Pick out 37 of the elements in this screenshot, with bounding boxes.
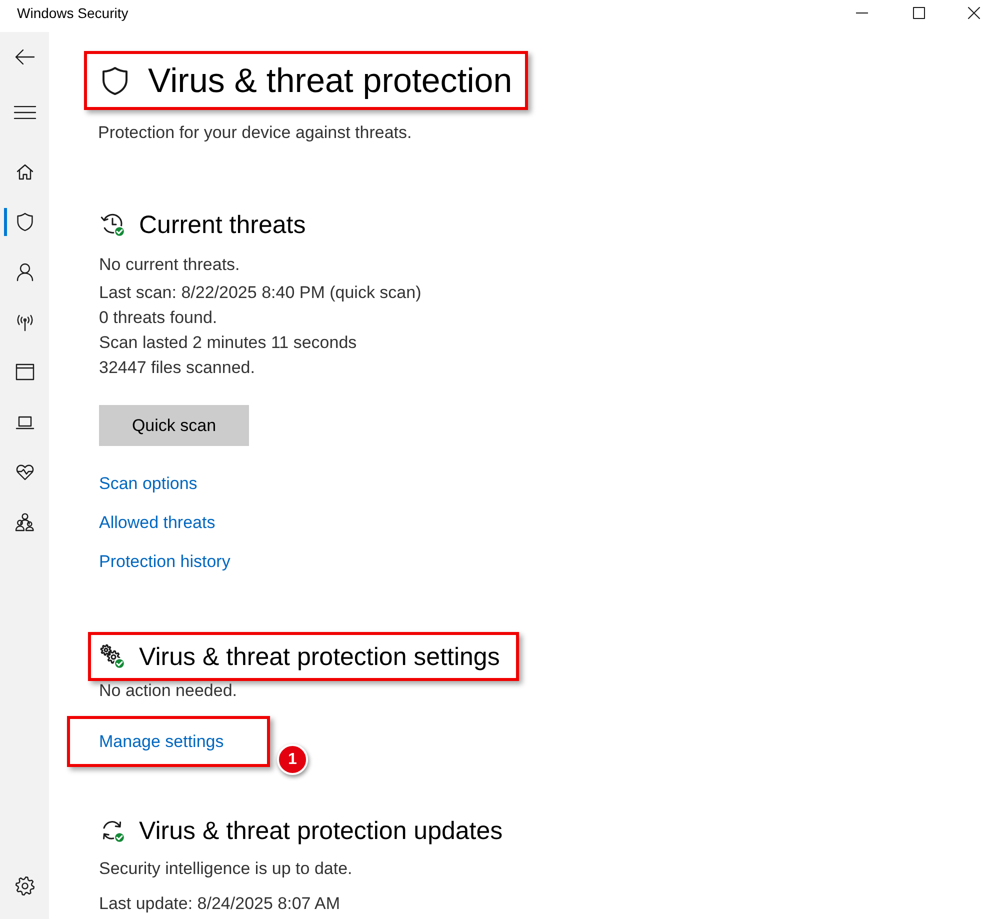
page-subtitle: Protection for your device against threats. <box>98 122 412 144</box>
link[interactable]: Protection history <box>99 549 230 574</box>
gears-check-icon <box>100 644 125 669</box>
section-title: Virus & threat protection settings <box>139 642 500 672</box>
people-icon <box>14 512 34 532</box>
menu-icon <box>14 106 36 118</box>
step-marker: 1 <box>277 744 308 775</box>
close-icon <box>968 7 980 19</box>
heart-pulse-icon <box>14 462 34 482</box>
section-title: Virus & threat protection updates <box>139 816 503 846</box>
page-title: Virus & threat protection <box>148 60 512 100</box>
window-icon <box>14 362 34 382</box>
settings-icon <box>14 876 34 896</box>
shield-icon <box>100 66 130 96</box>
maximize-icon <box>913 7 925 19</box>
scan-button[interactable]: Quick scan <box>99 405 249 446</box>
window-title: Windows Security <box>17 4 128 22</box>
detail-text: Last scan: 8/22/2025 8:40 PM (quick scan) <box>99 282 422 304</box>
status-text: No current threats. <box>99 254 240 276</box>
sync-check-icon <box>100 818 125 843</box>
status-text: Security intelligence is up to date. <box>99 858 352 880</box>
link[interactable]: Allowed threats <box>99 510 216 535</box>
section-title: Current threats <box>139 210 306 240</box>
antenna-icon <box>14 312 34 332</box>
link[interactable]: Manage settings <box>99 729 224 754</box>
back-icon <box>14 49 34 65</box>
person-icon <box>14 262 34 282</box>
detail-text: 0 threats found. <box>99 307 218 329</box>
detail-text: Last update: 8/24/2025 8:07 AM <box>99 893 340 915</box>
status-text: No action needed. <box>99 681 237 701</box>
minimize-icon <box>856 12 868 14</box>
shield-icon <box>14 212 34 232</box>
clock-check-icon <box>100 212 125 237</box>
detail-text: Scan lasted 2 minutes 11 seconds <box>99 332 357 354</box>
home-icon <box>14 162 34 182</box>
link[interactable]: Scan options <box>99 471 198 496</box>
detail-text: 32447 files scanned. <box>99 357 255 379</box>
